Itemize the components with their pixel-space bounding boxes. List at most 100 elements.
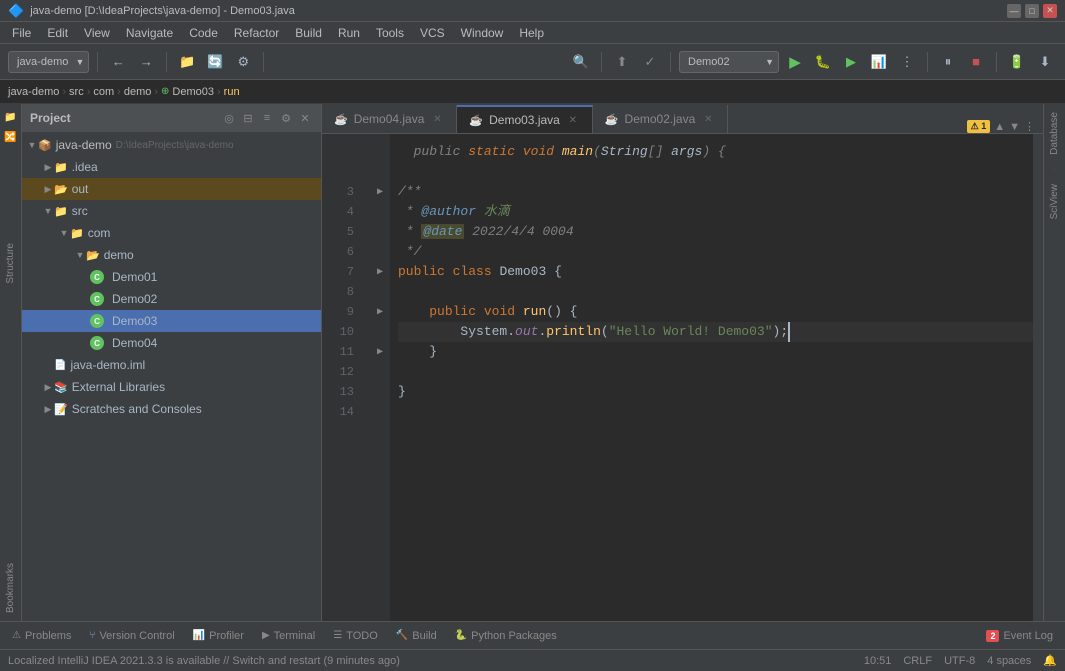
update-button[interactable]: ⬇ xyxy=(1033,50,1057,74)
tree-demo03[interactable]: C Demo03 xyxy=(22,310,321,332)
problems-tab[interactable]: ⚠ Problems xyxy=(4,625,79,647)
breadcrumb-project[interactable]: java-demo xyxy=(8,86,59,98)
idea-arrow-icon: ▶ xyxy=(42,161,54,173)
settings-panel-icon[interactable]: ⚙ xyxy=(278,110,294,126)
close-button[interactable]: ✕ xyxy=(1043,4,1057,18)
tree-com[interactable]: ▼ 📁 com xyxy=(22,222,321,244)
status-encoding[interactable]: UTF-8 xyxy=(944,655,975,667)
tabs-nav-down-icon[interactable]: ▼ xyxy=(1009,121,1020,133)
power-save-button[interactable]: 🔋 xyxy=(1005,50,1029,74)
debug-button[interactable]: 🐛 xyxy=(811,50,835,74)
stop-button[interactable]: ■ xyxy=(964,50,988,74)
menu-code[interactable]: Code xyxy=(181,24,226,42)
gutter-fold-11[interactable]: ▶ xyxy=(370,342,390,362)
tab-demo04[interactable]: ☕ Demo04.java ✕ xyxy=(322,105,457,133)
build-tab[interactable]: 🔨 Build xyxy=(388,625,445,647)
python-packages-tab[interactable]: 🐍 Python Packages xyxy=(447,625,565,647)
breadcrumb-method[interactable]: run xyxy=(224,86,240,98)
new-button[interactable]: 📁 xyxy=(175,50,199,74)
project-dropdown[interactable]: java-demo ▼ xyxy=(8,51,89,73)
menu-tools[interactable]: Tools xyxy=(368,24,412,42)
text-cursor xyxy=(788,322,790,342)
menu-edit[interactable]: Edit xyxy=(39,24,76,42)
project-icon[interactable]: 📁 xyxy=(2,108,20,126)
profile-button[interactable]: 📊 xyxy=(867,50,891,74)
demo03-name: Demo03 xyxy=(112,314,157,328)
tree-iml[interactable]: 📄 java-demo.iml xyxy=(22,354,321,376)
event-log-button[interactable]: 2 Event Log xyxy=(978,630,1061,642)
run-button[interactable]: ▶ xyxy=(783,50,807,74)
terminal-tab[interactable]: ▶ Terminal xyxy=(254,625,323,647)
minimize-button[interactable]: — xyxy=(1007,4,1021,18)
menu-run[interactable]: Run xyxy=(330,24,368,42)
tree-demo01[interactable]: C Demo01 xyxy=(22,266,321,288)
breadcrumb-sep-4: › xyxy=(154,86,158,98)
tree-src[interactable]: ▼ 📁 src xyxy=(22,200,321,222)
bookmarks-label[interactable]: Bookmarks xyxy=(5,563,16,613)
tab-demo04-close[interactable]: ✕ xyxy=(430,112,444,126)
menu-vcs[interactable]: VCS xyxy=(412,24,453,42)
close-panel-icon[interactable]: ✕ xyxy=(297,110,313,126)
status-indent[interactable]: 4 spaces xyxy=(987,655,1031,667)
code-editor[interactable]: 3 4 5 6 7 8 9 10 11 12 13 14 ▶ xyxy=(322,134,1043,621)
tree-ext-libs[interactable]: ▶ 📚 External Libraries xyxy=(22,376,321,398)
menu-refactor[interactable]: Refactor xyxy=(226,24,287,42)
tree-root[interactable]: ▼ 📦 java-demo D:\IdeaProjects\java-demo xyxy=(22,134,321,156)
todo-tab[interactable]: ☰ TODO xyxy=(325,625,386,647)
menu-build[interactable]: Build xyxy=(287,24,330,42)
back-button[interactable]: ← xyxy=(106,50,130,74)
tab-demo02[interactable]: ☕ Demo02.java ✕ xyxy=(593,105,728,133)
menu-help[interactable]: Help xyxy=(511,24,552,42)
tree-demo02[interactable]: C Demo02 xyxy=(22,288,321,310)
editor-scrollbar[interactable] xyxy=(1033,134,1043,621)
profiler-tab[interactable]: 📊 Profiler xyxy=(185,625,252,647)
vc-update-button[interactable]: ⬆ xyxy=(610,50,634,74)
tab-demo03-close[interactable]: ✕ xyxy=(566,113,580,127)
tab-demo03[interactable]: ☕ Demo03.java ✕ xyxy=(457,105,592,133)
tab-demo02-close[interactable]: ✕ xyxy=(701,112,715,126)
tree-scratches[interactable]: ▶ 📝 Scratches and Consoles xyxy=(22,398,321,420)
breadcrumb-demo[interactable]: demo xyxy=(124,86,152,98)
menu-file[interactable]: File xyxy=(4,24,39,42)
build-icon: 🔨 xyxy=(396,630,408,641)
code-content[interactable]: public static void main(String[] args) {… xyxy=(390,134,1033,621)
title-bar-title: java-demo [D:\IdeaProjects\java-demo] - … xyxy=(30,5,295,17)
gutter-fold-7[interactable]: ▶ xyxy=(370,262,390,282)
database-panel-label[interactable]: Database xyxy=(1049,108,1060,159)
gutter-fold-3[interactable]: ▶ xyxy=(370,182,390,202)
more-run-button[interactable]: ⋮ xyxy=(895,50,919,74)
run-config-dropdown[interactable]: Demo02 ▼ xyxy=(679,51,779,73)
structure-label[interactable]: Structure xyxy=(5,243,16,284)
coverage-button[interactable]: ▶ xyxy=(839,50,863,74)
status-notifications-icon[interactable]: 🔔 xyxy=(1043,654,1057,667)
vc-commit-button[interactable]: ✓ xyxy=(638,50,662,74)
search-button[interactable]: 🔍 xyxy=(569,50,593,74)
breadcrumb-demo03[interactable]: ⊕Demo03 xyxy=(161,86,214,98)
tree-demo04[interactable]: C Demo04 xyxy=(22,332,321,354)
root-name: java-demo xyxy=(56,138,112,152)
collapse-all-icon[interactable]: ⊟ xyxy=(240,110,256,126)
tree-idea[interactable]: ▶ 📁 .idea xyxy=(22,156,321,178)
locate-file-icon[interactable]: ◎ xyxy=(221,110,237,126)
sort-icon[interactable]: ≡ xyxy=(259,110,275,126)
structure-toggle-icon[interactable]: 🔀 xyxy=(2,128,20,146)
menu-view[interactable]: View xyxy=(76,24,118,42)
breadcrumb-com[interactable]: com xyxy=(93,86,114,98)
maximize-button[interactable]: □ xyxy=(1025,4,1039,18)
forward-button[interactable]: → xyxy=(134,50,158,74)
pause-button[interactable]: ⏸ xyxy=(936,50,960,74)
tree-out[interactable]: ▶ 📂 out xyxy=(22,178,321,200)
sync-button[interactable]: 🔄 xyxy=(203,50,227,74)
tabs-more-icon[interactable]: ⋮ xyxy=(1024,120,1035,133)
menu-window[interactable]: Window xyxy=(453,24,512,42)
line-numbers: 3 4 5 6 7 8 9 10 11 12 13 14 xyxy=(322,134,370,621)
sciview-panel-label[interactable]: SciView xyxy=(1049,180,1060,223)
gutter-fold-9[interactable]: ▶ xyxy=(370,302,390,322)
tabs-nav-up-icon[interactable]: ▲ xyxy=(994,121,1005,133)
breadcrumb-src[interactable]: src xyxy=(69,86,84,98)
settings-button[interactable]: ⚙ xyxy=(231,50,255,74)
tree-demo[interactable]: ▼ 📂 demo xyxy=(22,244,321,266)
menu-navigate[interactable]: Navigate xyxy=(118,24,181,42)
version-control-tab[interactable]: ⑂ Version Control xyxy=(81,625,182,647)
status-line-ending[interactable]: CRLF xyxy=(903,655,932,667)
